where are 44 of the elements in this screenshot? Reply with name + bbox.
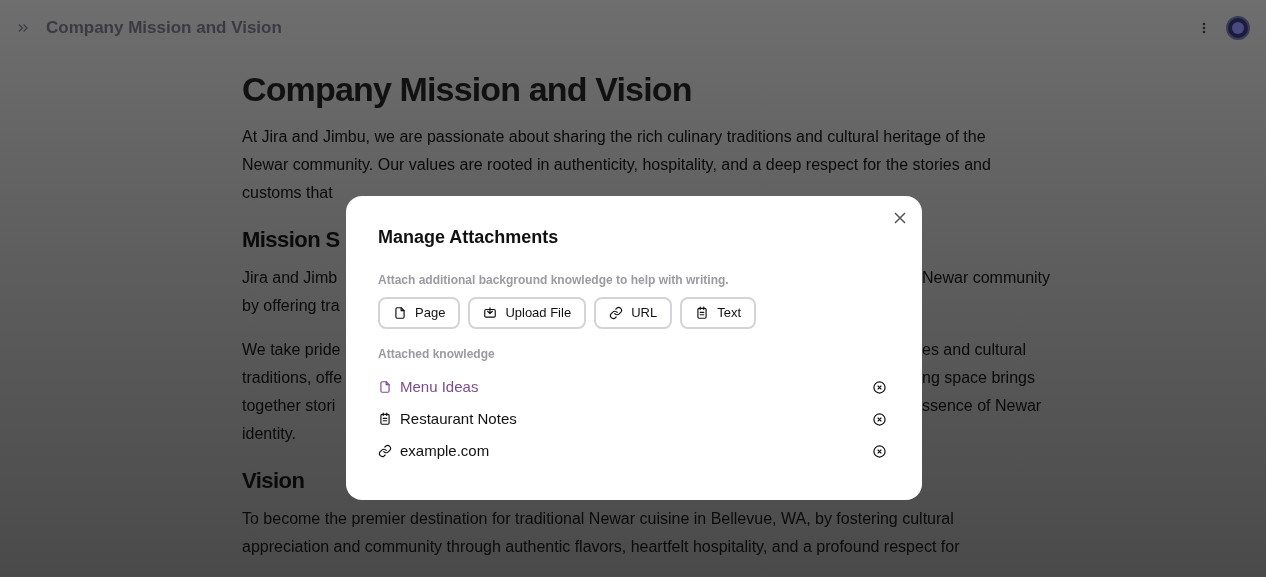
remove-circle-icon — [873, 412, 886, 426]
paragraph-line: Jira and Jimb — [242, 268, 338, 288]
clipboard-icon — [695, 306, 710, 320]
attach-button[interactable]: Text — [680, 297, 756, 329]
remove-circle-icon — [873, 380, 886, 394]
close-icon — [894, 212, 906, 224]
paragraph-line: Newar community. Our values are rooted in authenticity, hospitality, and a deep respect for the stories and — [242, 155, 991, 175]
paragraph-line: At Jira and Jimbu, we are passionate about sharing the rich culinary traditions and cultural heritage of the — [242, 127, 986, 147]
paragraph-line: together stori — [242, 396, 336, 416]
remove-button[interactable] — [873, 444, 886, 458]
document-icon — [378, 380, 392, 394]
hint-text: Attach additional background knowledge to help with writing. — [378, 272, 730, 289]
attach-button[interactable]: Upload File — [468, 297, 587, 329]
document-icon — [393, 306, 407, 320]
paragraph-line: identity. — [242, 424, 296, 444]
paragraph-line: customs that — [242, 183, 333, 203]
attach-button[interactable]: Page — [378, 297, 461, 329]
section-heading: Mission S — [242, 226, 340, 254]
paragraph-line: To become the premier destination for traditional Newar cuisine in Bellevue, WA, by fostering cultural — [242, 509, 954, 529]
remove-circle-icon — [873, 444, 886, 458]
link-icon — [378, 444, 392, 458]
attachment-item[interactable]: Restaurant Notes — [378, 407, 517, 431]
attach-button[interactable]: URL — [594, 297, 673, 329]
remove-button[interactable] — [873, 380, 886, 394]
more-icon[interactable] — [1202, 22, 1206, 34]
avatar-icon[interactable] — [1226, 16, 1250, 40]
paragraph-line: appreciation and community through authentic flavors, heartfelt hospitality, and a profound respect for — [242, 537, 960, 557]
paragraph-line: ng space brings — [922, 368, 1035, 388]
attachment-item[interactable]: Menu Ideas — [378, 375, 479, 399]
paragraph-line: We take pride — [242, 340, 341, 360]
section-heading: Vision — [242, 467, 305, 495]
attachment-item[interactable]: example.com — [378, 439, 490, 463]
remove-button[interactable] — [873, 412, 886, 426]
paragraph-line: Newar community — [922, 268, 1051, 288]
download-box-icon — [483, 306, 498, 320]
link-icon — [609, 306, 624, 320]
clipboard-icon — [378, 412, 392, 426]
paragraph-line: es and cultural — [922, 340, 1027, 360]
paragraph-line: traditions, offe — [242, 368, 343, 388]
section-label: Attached knowledge — [378, 346, 496, 363]
paragraph-line: by offering tra — [242, 296, 340, 316]
dialog-title: Manage Attachments — [378, 226, 560, 249]
paragraph-line: ssence of Newar — [922, 396, 1042, 416]
document-title: Company Mission and Vision — [242, 69, 692, 110]
